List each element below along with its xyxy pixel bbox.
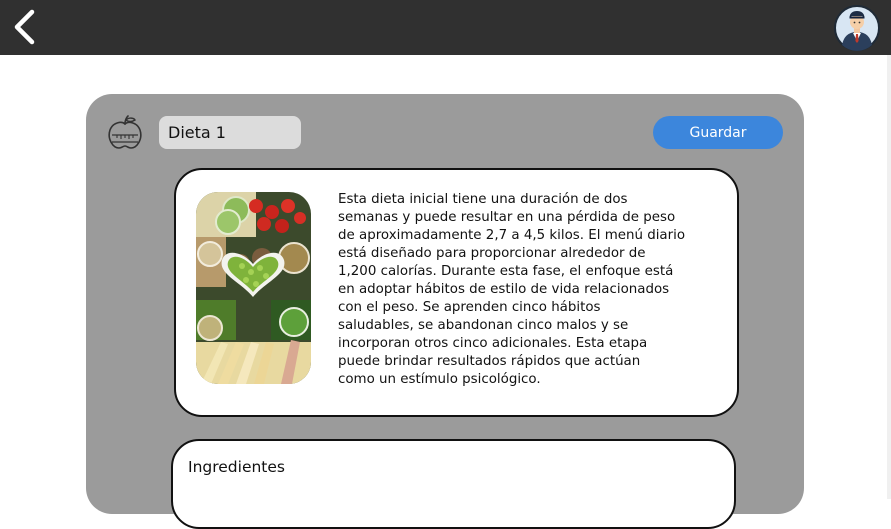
user-avatar[interactable]: [834, 5, 880, 51]
healthy-food-heart-image: [196, 192, 311, 384]
user-avatar-icon: [834, 5, 880, 51]
ingredients-card: [171, 439, 736, 529]
save-button[interactable]: Guardar: [653, 116, 783, 149]
ingredients-title: Ingredientes: [188, 458, 285, 476]
diet-description: Esta dieta inicial tiene una duración de…: [338, 192, 686, 387]
diet-icon: [106, 115, 144, 151]
diet-food-image: [196, 192, 311, 384]
chevron-left-icon: [14, 9, 35, 45]
diet-name-input[interactable]: [159, 116, 301, 149]
top-bar: [0, 0, 891, 55]
weight-scale-apple-icon: [108, 115, 142, 149]
back-button[interactable]: [8, 6, 42, 48]
scrollbar-track[interactable]: [887, 55, 891, 499]
